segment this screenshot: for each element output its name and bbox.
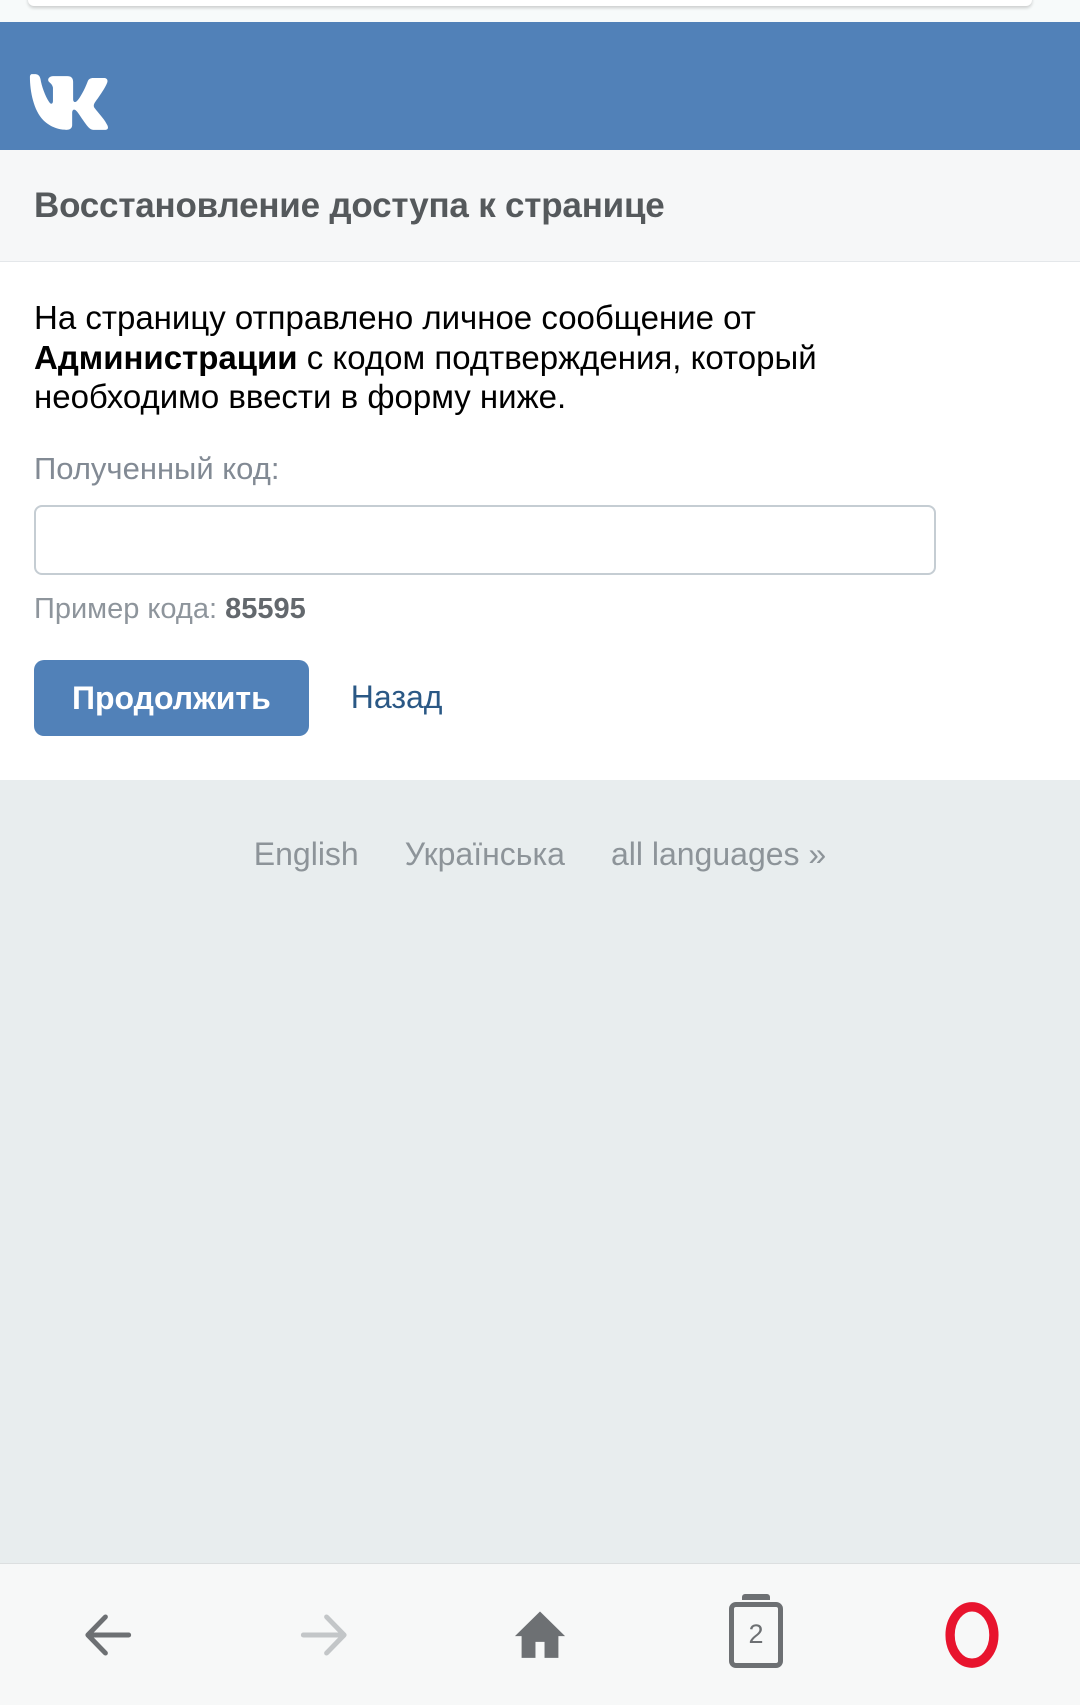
browser-forward-button[interactable] (264, 1587, 384, 1683)
recovery-form-card: На страницу отправлено личное сообщение … (0, 262, 1080, 780)
arrow-left-icon (77, 1604, 139, 1666)
browser-home-button[interactable] (480, 1587, 600, 1683)
opera-menu-button[interactable] (912, 1587, 1032, 1683)
browser-bottom-toolbar: 2 (0, 1563, 1080, 1705)
tab-count: 2 (748, 1619, 764, 1649)
language-link-english[interactable]: English (254, 836, 359, 873)
language-link-ukrainian[interactable]: Українська (405, 836, 565, 873)
intro-text-part1: На страницу отправлено личное сообщение … (34, 299, 756, 336)
code-field-label: Полученный код: (34, 450, 280, 486)
form-actions: Продолжить Назад (34, 659, 1046, 736)
continue-button[interactable]: Продолжить (34, 659, 309, 736)
code-example-value: 85595 (225, 592, 306, 625)
vk-logo-icon[interactable] (28, 72, 124, 132)
tab-counter-icon: 2 (729, 1593, 783, 1668)
arrow-right-icon (293, 1604, 355, 1666)
intro-administration-bold: Администрации (34, 338, 298, 376)
mobile-browser-screen: Восстановление доступа к странице На стр… (0, 0, 1080, 1705)
opera-logo-icon (936, 1599, 1008, 1671)
browser-tabs-button[interactable]: 2 (696, 1587, 816, 1683)
code-example-label: Пример кода: (34, 592, 226, 625)
browser-back-button[interactable] (48, 1587, 168, 1683)
url-bar-remnant[interactable] (28, 0, 1032, 6)
page-title: Восстановление доступа к странице (34, 185, 665, 225)
intro-paragraph: На страницу отправлено личное сообщение … (34, 298, 874, 417)
code-input[interactable] (34, 504, 936, 575)
language-link-all[interactable]: all languages » (611, 836, 826, 873)
page-title-bar: Восстановление доступа к странице (0, 150, 1080, 262)
back-link[interactable]: Назад (351, 679, 443, 716)
page-footer: English Українська all languages » (0, 779, 1080, 1563)
code-example-hint: Пример кода: 85595 (34, 593, 1046, 626)
vk-header (0, 22, 1080, 150)
home-icon (508, 1603, 572, 1667)
language-switcher: English Українська all languages » (0, 780, 1080, 873)
browser-url-bar-edge (0, 0, 1080, 22)
